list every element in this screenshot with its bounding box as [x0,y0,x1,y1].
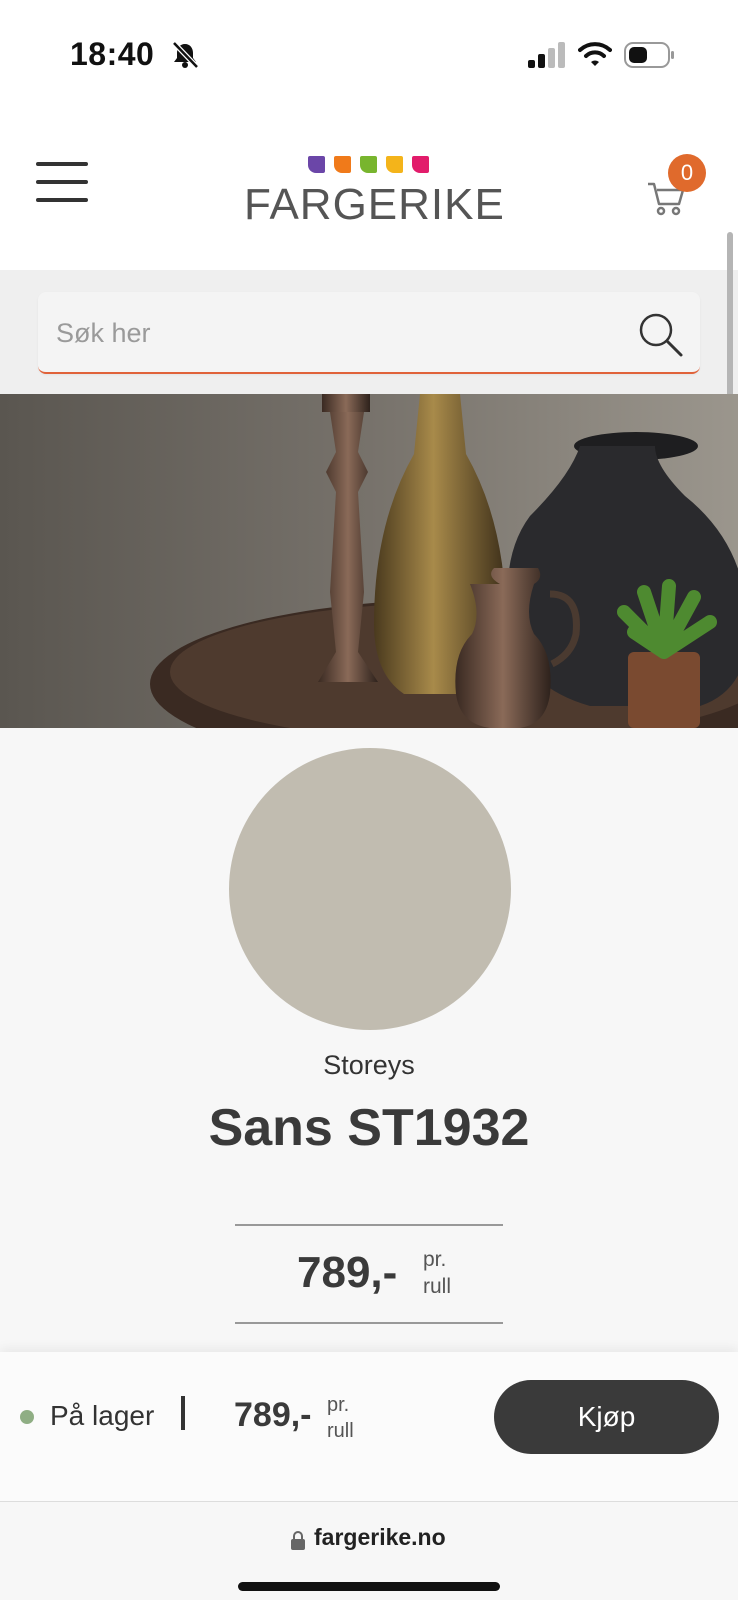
logo-dot-purple [308,156,325,173]
bar-price-unit-line1: pr. [327,1394,350,1416]
product-price: 789,- [297,1248,398,1297]
signal-icon [528,42,565,68]
bell-slash-icon [172,41,199,69]
stock-status-dot [20,1410,34,1424]
sticky-buy-bar: På lager 789,- pr. rull Kjøp [0,1352,738,1502]
stock-status-text: På lager [50,1400,155,1431]
url-text[interactable]: fargerike.no [314,1524,446,1551]
site-header: FARGERIKE 0 [0,110,738,270]
search-section [0,270,738,394]
hero-image [0,394,738,728]
home-indicator[interactable] [238,1582,500,1591]
wifi-icon [578,42,612,66]
bar-price: 789,- [234,1396,312,1434]
status-time: 18:40 [70,36,155,72]
divider [181,1396,185,1430]
search-icon[interactable] [636,310,684,358]
logo-dot-green [360,156,377,173]
search-box [38,292,700,374]
color-swatch [229,748,511,1030]
product-title: Sans ST1932 [208,1099,530,1157]
hero-image-carousel[interactable] [0,394,738,728]
logo-dot-pink [412,156,429,173]
price-unit: pr. rull [423,1246,451,1300]
price-unit-line2: rull [423,1275,452,1298]
cart-count-badge: 0 [668,154,706,192]
browser-address-bar: fargerike.no [0,1502,738,1600]
status-bar: 18:40 [0,0,738,110]
price-unit-line1: pr. [423,1248,447,1271]
bar-price-unit: pr. rull [327,1392,354,1444]
logo-text: FARGERIKE [244,180,505,229]
hamburger-menu-icon[interactable] [36,162,88,202]
buy-button[interactable]: Kjøp [494,1380,719,1454]
bar-price-unit-line2: rull [327,1420,354,1442]
product-brand: Storeys [323,1050,415,1080]
logo-color-dots [308,156,438,174]
battery-icon [624,42,674,68]
logo-dot-yellow [386,156,403,173]
fargerike-logo[interactable]: FARGERIKE [244,156,504,230]
logo-dot-orange [334,156,351,173]
lock-icon [291,1531,305,1550]
search-input[interactable] [56,306,616,360]
price-block: 789,- pr. rull [235,1224,503,1324]
cart-button[interactable]: 0 [642,154,712,224]
